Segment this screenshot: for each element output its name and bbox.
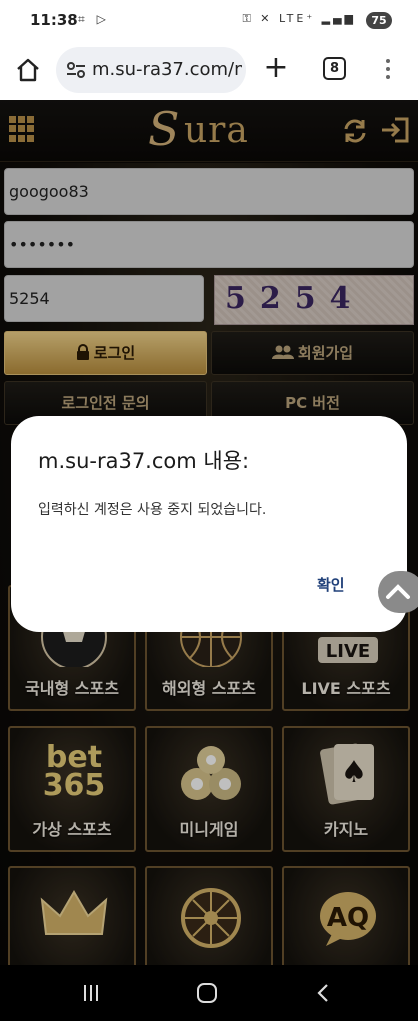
home-icon[interactable]: [14, 56, 42, 84]
more-menu-icon[interactable]: [380, 56, 396, 84]
url-text: m.su-ra37.com/m: [92, 59, 242, 80]
status-bar: 11:38 ⌗ ▷ ⚿ ✕ LTE⁺ ▂▄▆ 75: [0, 0, 418, 42]
battery-icon: 75: [366, 12, 392, 29]
signal-icons: ⚿ ✕ LTE⁺ ▂▄▆: [242, 12, 356, 25]
screen: 11:38 ⌗ ▷ ⚿ ✕ LTE⁺ ▂▄▆ 75 m.su-ra37.com/…: [0, 0, 418, 1021]
chevron-up-icon: [386, 584, 410, 599]
notification-icons: ⌗ ▷: [78, 12, 110, 26]
status-time: 11:38: [30, 11, 78, 29]
site-settings-icon[interactable]: [66, 61, 86, 79]
dialog-message: 입력하신 계정은 사용 중지 되었습니다.: [38, 502, 267, 518]
scroll-top-button[interactable]: [378, 571, 418, 613]
network-type: LTE⁺: [279, 12, 316, 25]
address-bar[interactable]: m.su-ra37.com/m: [56, 47, 246, 93]
system-nav-bar: [0, 965, 418, 1021]
home-nav-icon[interactable]: [197, 983, 217, 1003]
browser-toolbar: m.su-ra37.com/m + 8: [0, 42, 418, 100]
dialog-title: m.su-ra37.com 내용:: [38, 449, 250, 473]
alert-dialog: m.su-ra37.com 내용: 입력하신 계정은 사용 중지 되었습니다. …: [11, 416, 407, 632]
dialog-ok-button[interactable]: 확인: [317, 574, 345, 595]
tab-switcher-button[interactable]: 8: [323, 57, 346, 80]
recent-apps-icon[interactable]: [82, 984, 100, 1002]
back-icon[interactable]: [316, 983, 330, 1003]
new-tab-icon[interactable]: +: [262, 53, 290, 84]
